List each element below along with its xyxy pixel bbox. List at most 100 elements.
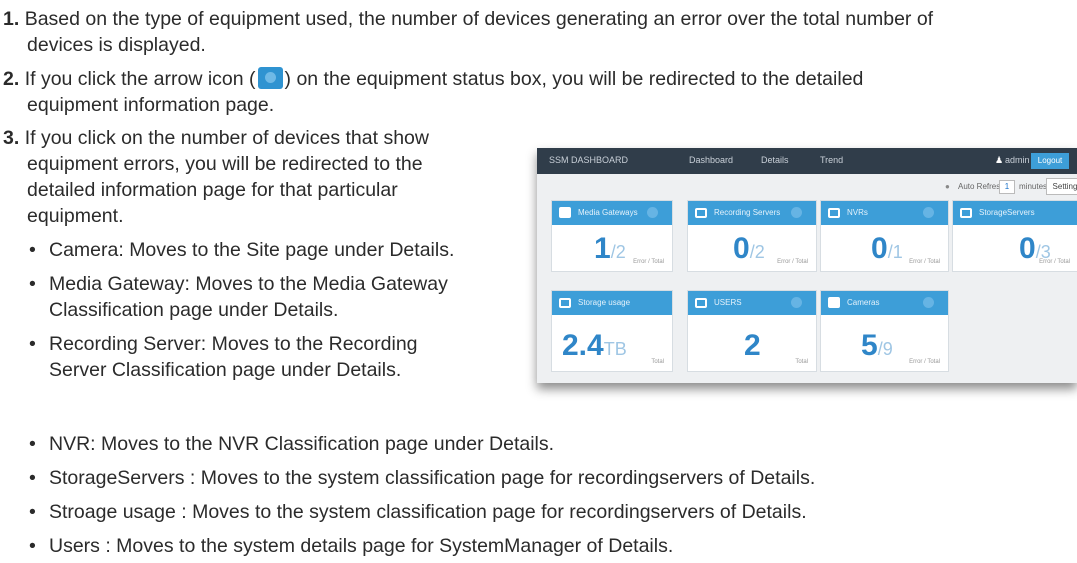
error-count: 5	[861, 329, 878, 362]
card-value[interactable]: 1/2	[594, 232, 626, 269]
card-header: Media Gateways	[552, 201, 672, 225]
user-name: admin	[1005, 155, 1030, 165]
step-number: 3.	[3, 127, 20, 149]
card-value[interactable]: 2	[744, 329, 761, 363]
step-3-line: equipment errors, you will be redirected…	[27, 151, 423, 177]
bullet-text: Camera: Moves to the Site page under Det…	[49, 239, 455, 261]
usage-value: 2.4	[562, 329, 604, 362]
total-count: /2	[610, 242, 626, 262]
step-2-cont: equipment information page.	[27, 92, 274, 118]
toggle-icon[interactable]: ●	[945, 182, 950, 191]
dashboard-brand: SSM DASHBOARD	[549, 155, 629, 165]
server-icon	[695, 208, 707, 218]
card-header: StorageServers	[953, 201, 1077, 225]
card-caption: Error / Total	[909, 259, 940, 265]
card-nvrs[interactable]: NVRs 0/1 Error / Total	[820, 200, 949, 272]
users-count: 2	[744, 329, 761, 362]
step-text: Based on the type of equipment used, the…	[24, 8, 934, 30]
error-count: 0	[733, 232, 750, 265]
step-2: 2. If you click the arrow icon () on the…	[3, 66, 1077, 92]
bullet-dot: •	[29, 467, 36, 489]
card-title: Media Gateways	[578, 208, 638, 217]
bullet-dot: •	[29, 273, 36, 295]
card-title: Recording Servers	[714, 208, 781, 217]
arrow-icon[interactable]	[647, 207, 658, 218]
step-text-cont: detailed information page for that parti…	[27, 179, 398, 201]
step-text: If you click on the number of devices th…	[24, 127, 429, 149]
nav-details[interactable]: Details	[761, 155, 789, 166]
card-caption: Error / Total	[633, 259, 664, 265]
card-value[interactable]: 2.4TB	[562, 329, 627, 366]
step-3: 3. If you click on the number of devices…	[3, 125, 523, 151]
bullet-dot: •	[29, 433, 36, 455]
step-3-line: equipment.	[27, 203, 123, 229]
bullet-text: Classification page under Details.	[49, 299, 339, 321]
error-count: 0	[1019, 232, 1036, 265]
bullet-item: • Stroage usage : Moves to the system cl…	[29, 499, 807, 525]
card-value[interactable]: 5/9	[861, 329, 893, 366]
card-header: Recording Servers	[688, 201, 816, 225]
card-media-gateways[interactable]: Media Gateways 1/2 Error / Total	[551, 200, 673, 272]
camera-icon	[828, 297, 840, 308]
card-caption: Total	[795, 359, 808, 365]
arrow-icon[interactable]	[923, 207, 934, 218]
card-caption: Error / Total	[1039, 259, 1070, 265]
nav-trend[interactable]: Trend	[820, 155, 843, 166]
step-text-cont: equipment.	[27, 205, 124, 227]
bullet-item: • NVR: Moves to the NVR Classification p…	[29, 431, 554, 457]
bullet-text: Stroage usage : Moves to the system clas…	[49, 501, 807, 523]
server-icon	[695, 298, 707, 308]
card-cameras[interactable]: Cameras 5/9 Error / Total	[820, 290, 949, 372]
minutes-label: minutes	[1019, 182, 1048, 191]
arrow-icon[interactable]	[791, 297, 802, 308]
card-header: USERS	[688, 291, 816, 315]
play-icon	[559, 207, 571, 218]
logout-button[interactable]: Logout	[1031, 153, 1069, 169]
card-value[interactable]: 0/2	[733, 232, 765, 269]
arrow-icon[interactable]	[791, 207, 802, 218]
dashboard-topbar: SSM DASHBOARD Dashboard Details Trend ♟ …	[537, 148, 1077, 174]
card-storage-usage[interactable]: Storage usage 2.4TB Total	[551, 290, 673, 372]
setting-button[interactable]: Setting	[1046, 178, 1077, 195]
bullet-text: Server Classification page under Details…	[49, 359, 402, 381]
card-title: NVRs	[847, 208, 868, 217]
refresh-minutes-input[interactable]: 1	[999, 180, 1015, 194]
usage-unit: TB	[603, 339, 627, 359]
bullet-item: • Media Gateway: Moves to the Media Gate…	[29, 271, 448, 323]
card-caption: Error / Total	[777, 259, 808, 265]
card-header: Storage usage	[552, 291, 672, 315]
card-value[interactable]: 0/1	[871, 232, 903, 269]
card-recording-servers[interactable]: Recording Servers 0/2 Error / Total	[687, 200, 817, 272]
card-title: USERS	[714, 298, 742, 307]
bullet-text: Recording Server: Moves to the Recording	[49, 333, 418, 355]
nav-dashboard[interactable]: Dashboard	[689, 155, 733, 166]
card-header: NVRs	[821, 201, 948, 225]
step-1-cont: devices is displayed.	[27, 32, 206, 58]
bullet-text: Media Gateway: Moves to the Media Gatewa…	[49, 273, 448, 295]
bullet-item: • Users : Moves to the system details pa…	[29, 533, 673, 559]
card-title: Cameras	[847, 298, 880, 307]
bullet-dot: •	[29, 239, 36, 261]
card-header: Cameras	[821, 291, 948, 315]
bullet-dot: •	[29, 333, 36, 355]
step-3-line: detailed information page for that parti…	[27, 177, 398, 203]
card-caption: Total	[651, 359, 664, 365]
step-number: 1.	[3, 8, 20, 30]
step-text: ) on the equipment status box, you will …	[284, 68, 864, 90]
card-caption: Error / Total	[909, 359, 940, 365]
bullet-text: Users : Moves to the system details page…	[49, 535, 674, 557]
user-icon: ♟	[995, 155, 1004, 165]
server-icon	[828, 208, 840, 218]
bullet-item: • Camera: Moves to the Site page under D…	[29, 237, 454, 263]
bullet-item: • StorageServers : Moves to the system c…	[29, 465, 815, 491]
total-count: /2	[749, 242, 765, 262]
error-count: 1	[594, 232, 611, 265]
arrow-icon[interactable]	[923, 297, 934, 308]
bullet-dot: •	[29, 501, 36, 523]
step-text-cont: equipment errors, you will be redirected…	[27, 153, 423, 175]
card-users[interactable]: USERS 2 Total	[687, 290, 817, 372]
bullet-text: StorageServers : Moves to the system cla…	[49, 467, 816, 489]
card-storage-servers[interactable]: StorageServers 0/3 Error / Total	[952, 200, 1077, 272]
card-title: StorageServers	[979, 208, 1035, 217]
server-icon	[960, 208, 972, 218]
